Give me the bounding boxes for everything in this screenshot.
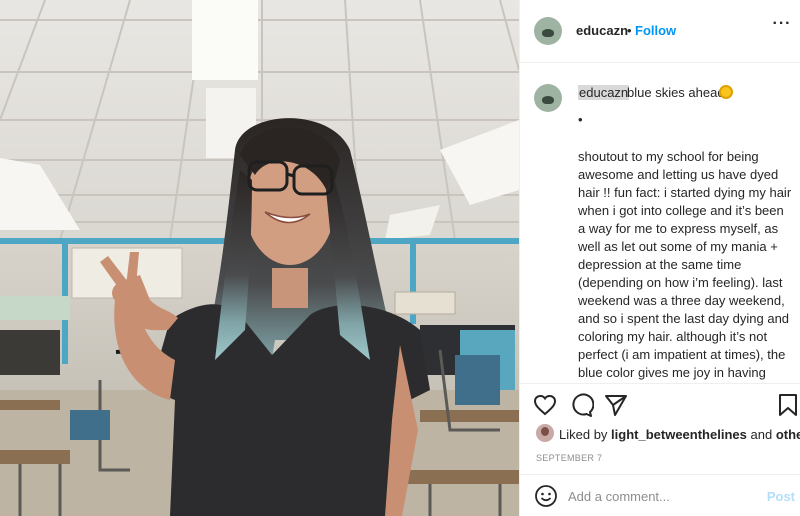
caption-avatar[interactable] [534, 84, 562, 112]
liker-avatar[interactable] [536, 424, 554, 442]
post-actions: Liked by light_betweenthelines and other… [520, 383, 800, 473]
caption-username[interactable]: educazn [578, 85, 630, 100]
liked-by-others[interactable]: others [776, 427, 800, 442]
author-username[interactable]: educazn [576, 23, 628, 38]
sun-emoji-icon [719, 85, 733, 99]
comment-bar: Post [520, 474, 800, 516]
caption-bullet: • [578, 112, 583, 127]
post-comment-button[interactable]: Post [767, 489, 795, 504]
post-header: educazn • Follow ··· [520, 0, 800, 63]
caption-first-line: blue skies ahead [627, 85, 725, 100]
follow-button[interactable]: Follow [635, 23, 676, 38]
liked-by-and: and [750, 427, 773, 442]
caption-body: shoutout to my school for being awesome … [578, 149, 792, 380]
smiley-icon[interactable] [534, 484, 558, 508]
caption-area: educazn blue skies ahead • shoutout to m… [520, 64, 800, 382]
liked-by-line: Liked by light_betweenthelines and other… [559, 427, 800, 442]
comment-icon[interactable] [568, 392, 594, 418]
post-side-panel: educazn • Follow ··· educazn blue skies … [519, 0, 800, 516]
header-separator: • [627, 23, 632, 38]
post-photo[interactable] [0, 0, 519, 516]
paper-plane-icon[interactable] [603, 392, 629, 418]
liked-by-user[interactable]: light_betweenthelines [611, 427, 747, 442]
more-options-icon[interactable]: ··· [769, 15, 795, 45]
classroom-selfie-image [0, 0, 519, 516]
bookmark-icon[interactable] [775, 392, 800, 418]
author-avatar[interactable] [534, 17, 562, 45]
post-date[interactable]: SEPTEMBER 7 [536, 453, 602, 463]
comment-input[interactable] [568, 485, 758, 507]
heart-icon[interactable] [532, 392, 558, 418]
liked-by-prefix: Liked by [559, 427, 608, 442]
